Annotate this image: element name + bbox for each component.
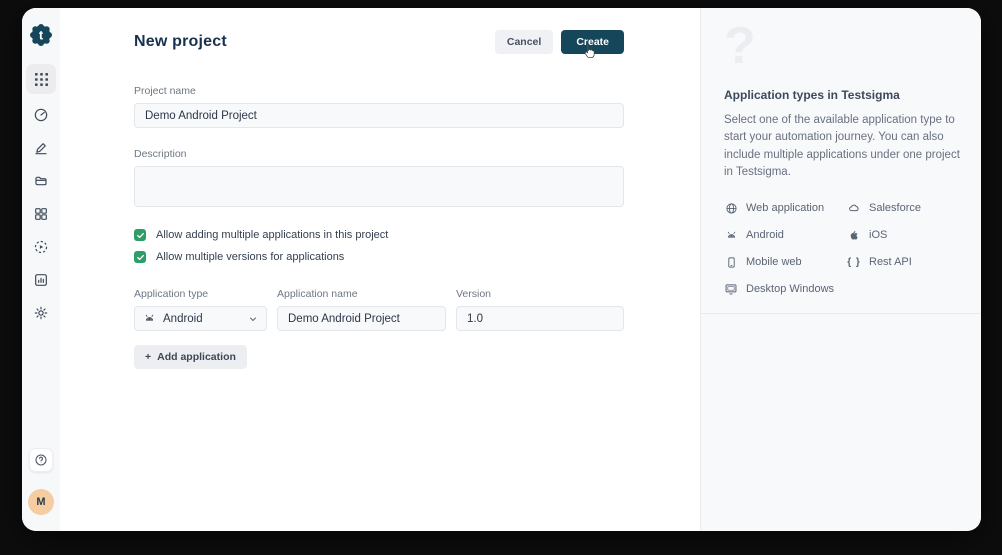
- testsigma-logo-icon[interactable]: t: [29, 23, 53, 47]
- folder-icon: [33, 173, 49, 189]
- page-title: New project: [134, 33, 227, 51]
- monitor-icon: [724, 282, 738, 296]
- main-content: New project Cancel Create Project name D…: [60, 8, 700, 531]
- application-type-label: Application type: [134, 288, 267, 300]
- sidebar-item-reports[interactable]: [28, 268, 54, 292]
- project-name-input[interactable]: [134, 103, 624, 128]
- sidebar-item-settings[interactable]: [28, 301, 54, 325]
- type-android: Android: [724, 228, 847, 242]
- help-button[interactable]: [29, 448, 53, 472]
- description-input[interactable]: [134, 166, 624, 207]
- panel-divider: [701, 313, 981, 314]
- option-multiple-versions: Allow multiple versions for applications: [134, 251, 624, 263]
- help-panel: ? Application types in Testsigma Select …: [700, 8, 981, 531]
- help-panel-title: Application types in Testsigma: [724, 88, 959, 102]
- run-play-icon: [33, 239, 49, 255]
- plus-icon: +: [145, 351, 151, 363]
- sidebar-item-test-suites[interactable]: [28, 202, 54, 226]
- type-desktop-windows: Desktop Windows: [724, 282, 847, 296]
- sidebar-item-dashboard[interactable]: [28, 103, 54, 127]
- sidebar-item-elements[interactable]: [28, 169, 54, 193]
- globe-icon: [724, 201, 738, 215]
- sidebar-item-test-runs[interactable]: [28, 235, 54, 259]
- svg-text:t: t: [39, 28, 44, 43]
- type-salesforce: Salesforce: [847, 201, 959, 215]
- application-name-label: Application name: [277, 288, 446, 300]
- project-name-label: Project name: [134, 85, 624, 97]
- type-web-application: Web application: [724, 201, 847, 215]
- gear-icon: [33, 305, 49, 321]
- type-mobile-web: Mobile web: [724, 255, 847, 269]
- application-type-value: Android: [163, 313, 241, 325]
- description-label: Description: [134, 148, 624, 160]
- checkbox-multiple-applications[interactable]: [134, 229, 146, 241]
- braces-icon: { }: [847, 255, 861, 269]
- application-type-select[interactable]: Android: [134, 306, 267, 331]
- cloud-icon: [847, 201, 861, 215]
- cancel-button[interactable]: Cancel: [495, 30, 553, 54]
- check-icon: [136, 231, 145, 240]
- application-types-list: Web application Salesforce Android iOS: [724, 201, 959, 296]
- checkbox-multiple-versions[interactable]: [134, 251, 146, 263]
- create-button[interactable]: Create: [561, 30, 624, 54]
- sidebar-item-create-tests[interactable]: [28, 136, 54, 160]
- version-input[interactable]: [456, 306, 624, 331]
- type-ios: iOS: [847, 228, 959, 242]
- page-header: New project Cancel Create: [134, 30, 624, 54]
- question-watermark: ?: [724, 18, 959, 75]
- chevron-down-icon: [248, 314, 258, 324]
- four-squares-icon: [33, 206, 49, 222]
- user-avatar[interactable]: M: [28, 489, 54, 515]
- bar-chart-icon: [33, 272, 49, 288]
- help-panel-description: Select one of the available application …: [724, 112, 962, 181]
- version-label: Version: [456, 288, 624, 300]
- sidebar-item-projects-active[interactable]: [26, 64, 56, 94]
- pencil-icon: [33, 140, 49, 156]
- gauge-icon: [33, 107, 49, 123]
- apple-icon: [847, 228, 861, 242]
- check-icon: [136, 253, 145, 262]
- sidebar: t: [22, 8, 60, 531]
- type-rest-api: { } Rest API: [847, 255, 959, 269]
- android-icon: [143, 312, 156, 325]
- question-circle-icon: [34, 453, 48, 467]
- grid-dots-icon: [34, 72, 49, 87]
- add-application-button[interactable]: + Add application: [134, 345, 247, 369]
- mobile-icon: [724, 255, 738, 269]
- option-multiple-applications: Allow adding multiple applications in th…: [134, 229, 624, 241]
- checkbox-label: Allow adding multiple applications in th…: [156, 229, 388, 241]
- android-icon: [724, 228, 738, 242]
- add-application-label: Add application: [157, 351, 236, 363]
- application-name-input[interactable]: [277, 306, 446, 331]
- checkbox-label: Allow multiple versions for applications: [156, 251, 344, 263]
- app-window: t: [22, 8, 981, 531]
